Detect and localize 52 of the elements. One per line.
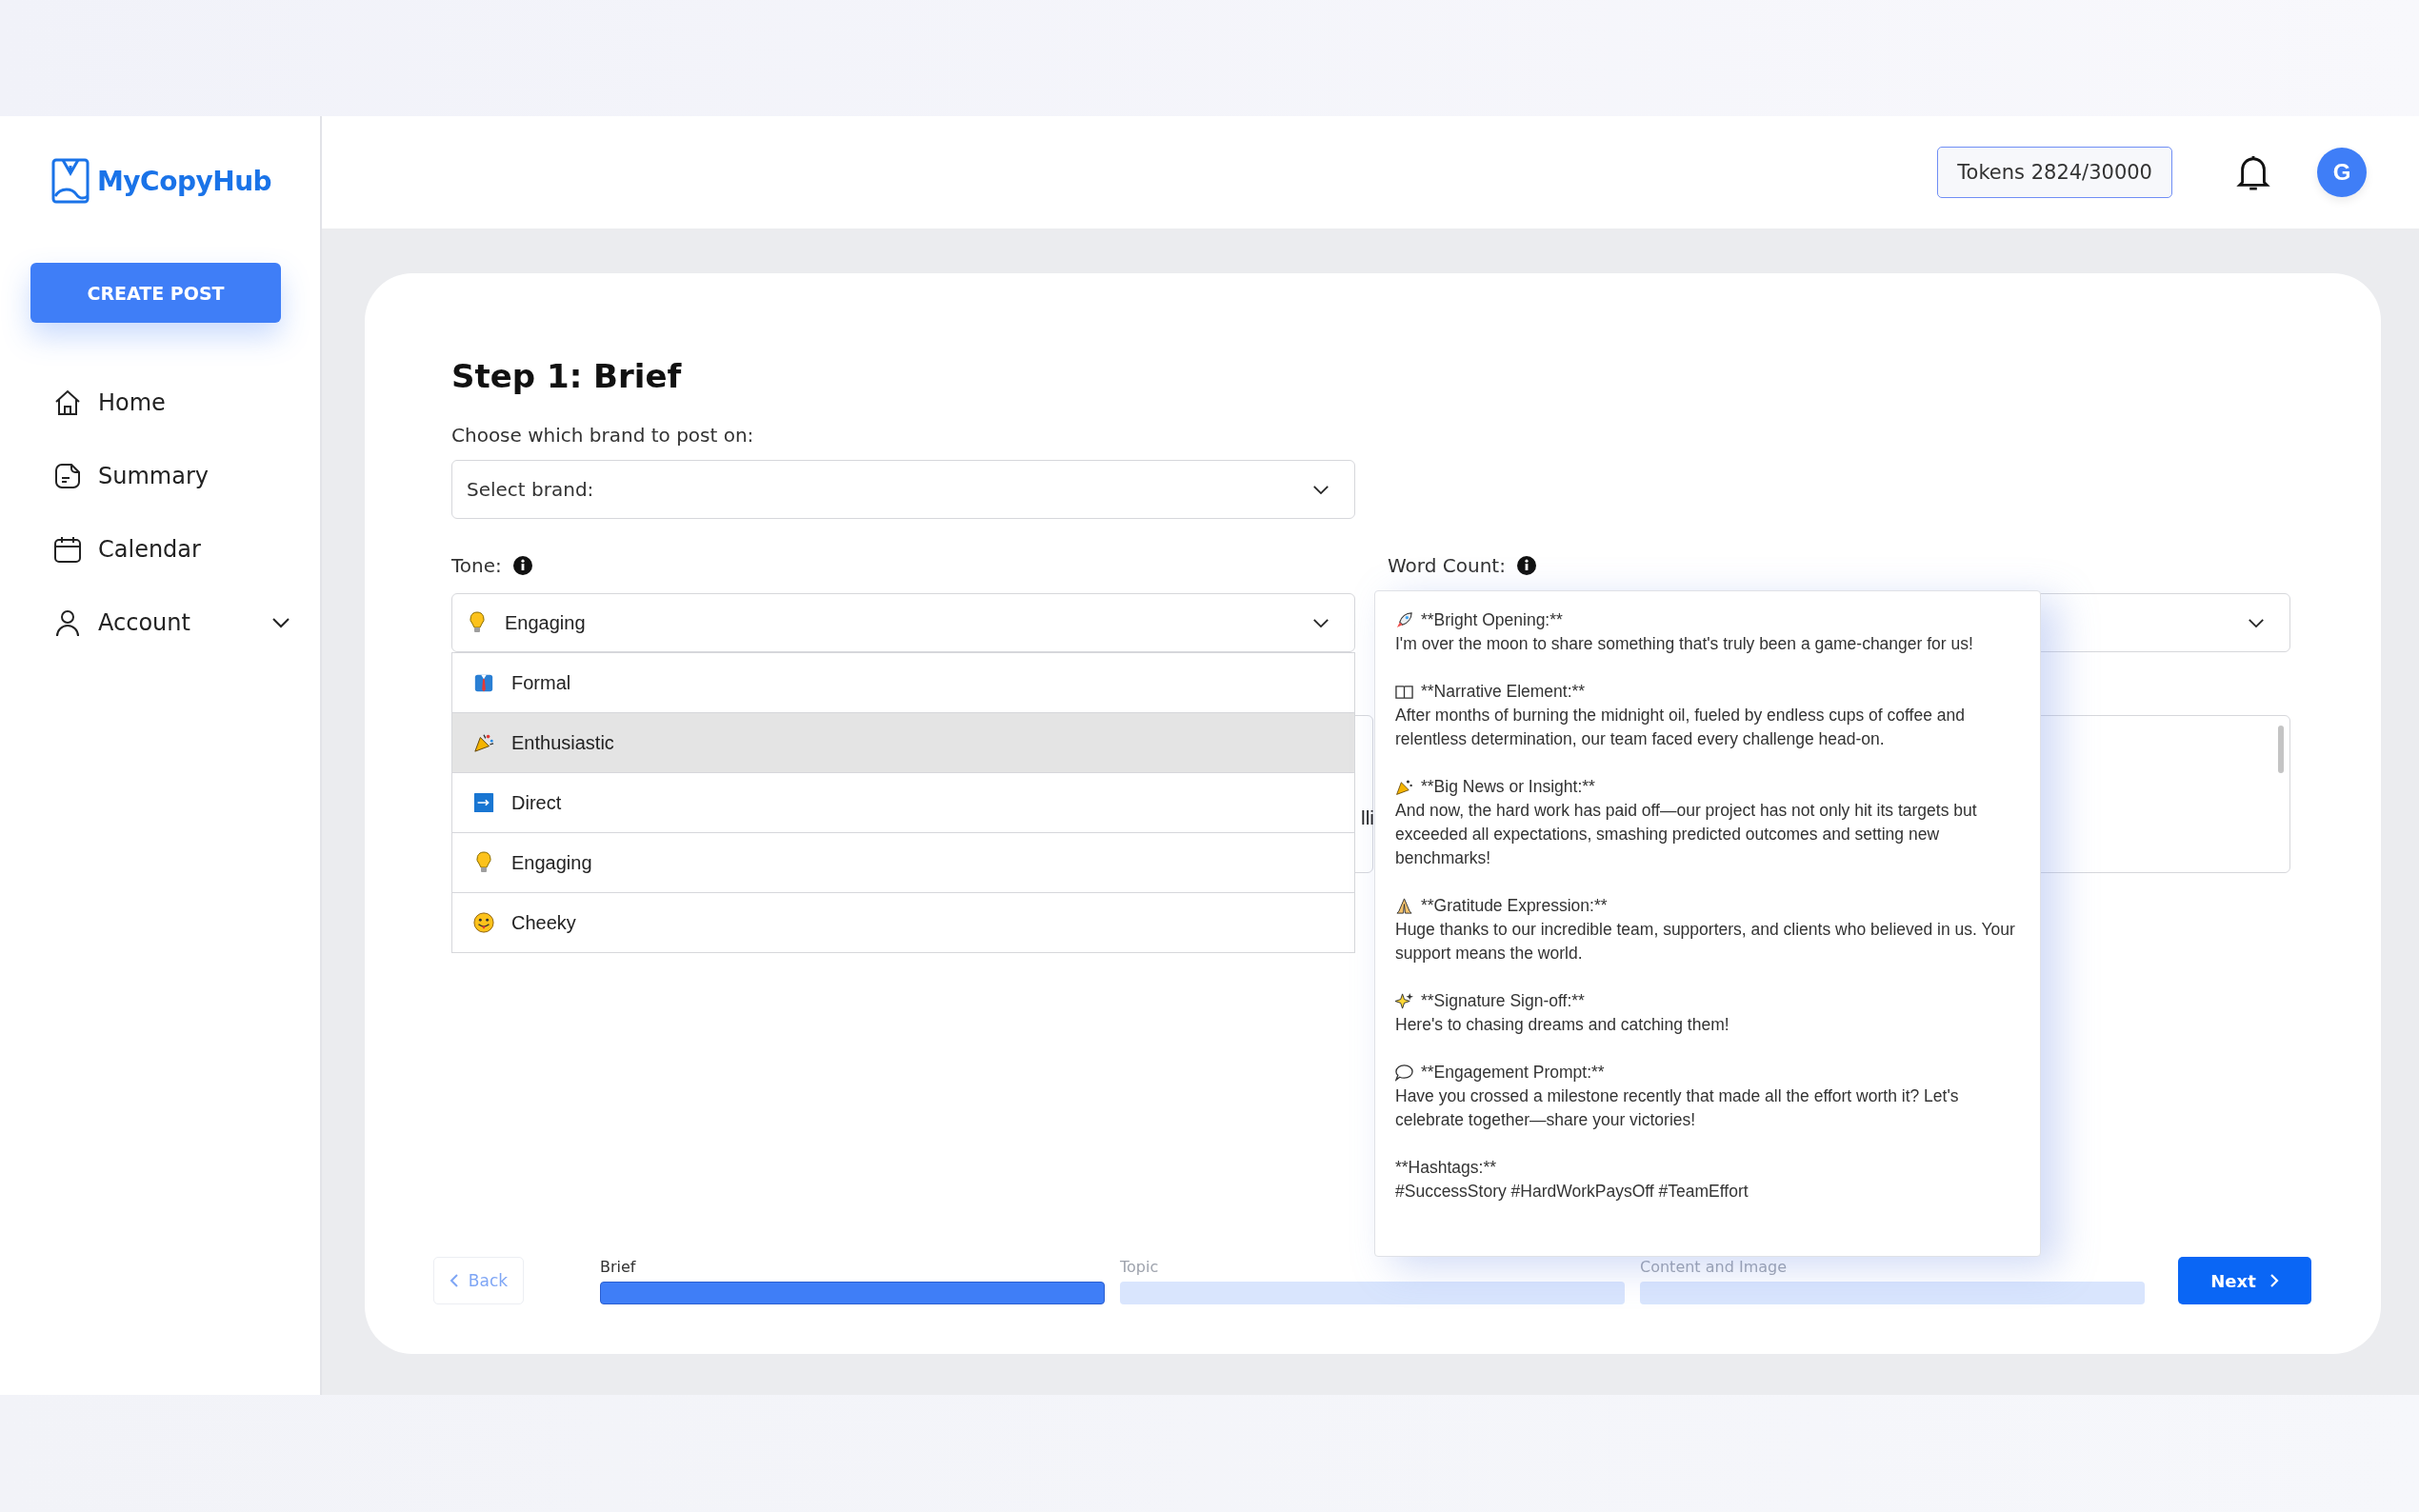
section-text: After months of burning the midnight oil, fueled by endless cups of coffee and relentless determination, our team faced every challenge head-on. xyxy=(1395,705,1966,750)
step-label: Content and Image xyxy=(1640,1258,1788,1276)
rocket-icon xyxy=(1395,611,1413,629)
nav-item[interactable]: Summary xyxy=(30,458,290,493)
section-text: Huge thanks to our incredible team, supporters, and clients who believed in us. Your support means the world. xyxy=(1395,919,2016,965)
section-text: Here's to chasing dreams and catching them! xyxy=(1395,1014,1730,1036)
section-text: #SuccessStory #HardWorkPaysOff #TeamEffort xyxy=(1395,1181,1749,1203)
user-avatar[interactable]: G xyxy=(2317,148,2367,197)
sparkles-icon xyxy=(1395,992,1413,1010)
tokens-counter: Tokens 2824/30000 xyxy=(1937,147,2172,198)
info-icon[interactable] xyxy=(512,556,532,575)
section-heading: **Signature Sign-off:** xyxy=(1421,990,1585,1012)
info-icon[interactable] xyxy=(1516,556,1536,575)
step-label: Brief xyxy=(600,1258,637,1276)
brand-select[interactable]: Select brand: xyxy=(451,460,1355,519)
chevron-icon xyxy=(2248,617,2265,628)
chevron-right-icon xyxy=(2269,1273,2279,1288)
section-text: Have you crossed a milestone recently that made all the effort worth it? Let's celebrate together—share your victories! xyxy=(1395,1085,1960,1131)
section-text: And now, the hard work has paid off—our project has not only hit its targets but exceeded all expectations, smashing predicted outcomes and setting new benchmarks! xyxy=(1395,800,1978,869)
book-icon xyxy=(1395,683,1413,701)
section-text: I'm over the moon to share something that's truly been a game-changer for us! xyxy=(1395,633,1974,655)
section-heading: **Bright Opening:** xyxy=(1421,609,1563,631)
section-heading: **Engagement Prompt:** xyxy=(1421,1062,1605,1084)
field-label: Choose which brand to post on: xyxy=(451,424,755,447)
tone-select[interactable]: Engaging xyxy=(451,593,1355,652)
section-heading: **Hashtags:** xyxy=(1395,1157,1497,1179)
logo-icon xyxy=(51,158,90,204)
step-title: Step 1: Brief xyxy=(451,357,683,395)
party-popper-icon xyxy=(473,731,494,754)
chevron-icon xyxy=(1312,617,1329,628)
light-bulb-icon xyxy=(467,611,488,634)
section-heading: **Big News or Insight:** xyxy=(1421,776,1595,798)
tongue-face-icon xyxy=(473,911,494,934)
section-heading: **Gratitude Expression:** xyxy=(1421,895,1608,917)
speech-bubble-icon xyxy=(1395,1064,1413,1082)
field-label: Tone: xyxy=(451,554,502,577)
nav-item[interactable]: Calendar xyxy=(30,531,290,567)
chevron-icon[interactable] xyxy=(271,616,290,628)
nav-item[interactable]: Account xyxy=(30,605,290,640)
logo-text: MyCopyHub xyxy=(97,165,272,197)
step-label: Topic xyxy=(1120,1258,1160,1276)
create-post-button[interactable]: CREATE POST xyxy=(30,263,281,323)
chevron-left-icon xyxy=(449,1273,459,1288)
party-popper-icon xyxy=(1395,778,1413,796)
next-button[interactable]: Next xyxy=(2178,1257,2311,1304)
field-label: Word Count: xyxy=(1388,554,1506,577)
scrollbar-thumb[interactable] xyxy=(2278,726,2284,773)
dropdown-option[interactable]: Enthusiastic xyxy=(452,712,1354,772)
chevron-icon xyxy=(1312,484,1329,495)
light-bulb-icon xyxy=(473,851,494,874)
section-heading: **Narrative Element:** xyxy=(1421,681,1586,703)
nav-item[interactable]: Home xyxy=(30,385,290,420)
